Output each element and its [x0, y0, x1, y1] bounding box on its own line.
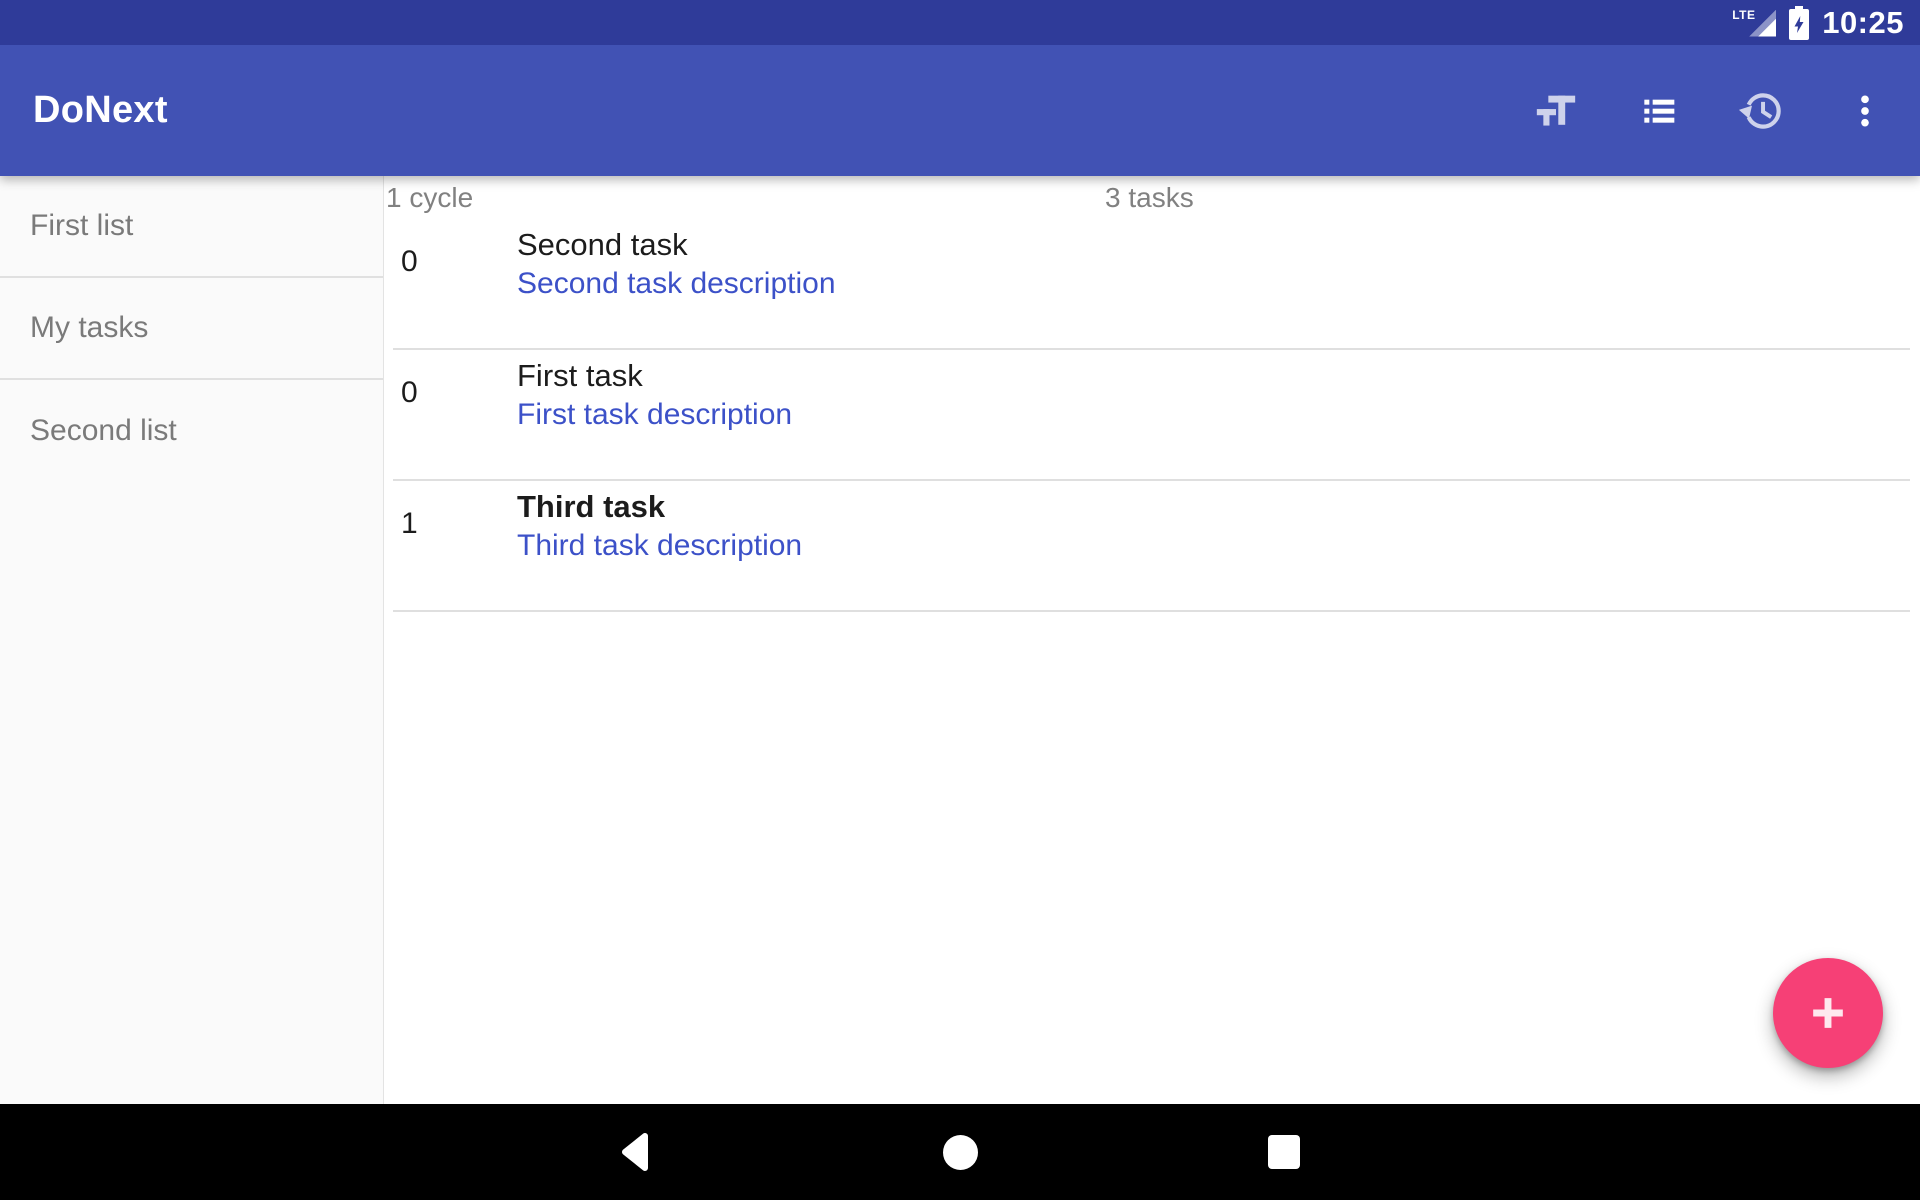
app-title: DoNext	[33, 89, 168, 132]
task-count-number: 0	[384, 350, 517, 436]
history-icon	[1737, 85, 1787, 137]
sidebar-list-label: Second list	[30, 414, 177, 448]
task-count-number: 1	[384, 481, 517, 567]
recents-button[interactable]	[1260, 1128, 1308, 1176]
task-row[interactable]: 1 Third task Third task description	[384, 481, 1920, 612]
sidebar-list-item[interactable]: Second list	[0, 380, 383, 482]
plus-icon	[1810, 995, 1846, 1031]
main-area: First list My tasks Second list 1 cycle …	[0, 176, 1920, 1104]
task-rows: 0 Second task Second task description 0 …	[384, 219, 1920, 612]
format-size-button[interactable]	[1531, 86, 1581, 136]
task-count-label: 3 tasks	[1105, 182, 1194, 214]
task-title: Third task	[517, 488, 802, 525]
task-row[interactable]: 0 First task First task description	[384, 350, 1920, 481]
cycle-count-label: 1 cycle	[386, 182, 473, 214]
status-bar: LTE 10:25	[0, 0, 1920, 45]
sidebar-list-item[interactable]: First list	[0, 176, 383, 278]
list-sidebar: First list My tasks Second list	[0, 176, 384, 1104]
task-description-link[interactable]: Third task description	[517, 525, 802, 566]
overflow-menu-button[interactable]	[1840, 86, 1890, 136]
task-description-link[interactable]: First task description	[517, 394, 792, 435]
status-cluster: LTE 10:25	[1732, 5, 1904, 41]
clock-time: 10:25	[1822, 5, 1904, 41]
recents-icon	[1268, 1135, 1300, 1169]
network-type-label: LTE	[1732, 8, 1755, 22]
sidebar-list-item[interactable]: My tasks	[0, 278, 383, 380]
history-button[interactable]	[1737, 86, 1787, 136]
android-nav-bar	[0, 1104, 1920, 1200]
app-bar-actions	[1531, 86, 1920, 136]
cell-signal-icon: LTE	[1732, 6, 1776, 40]
battery-charging-icon	[1789, 6, 1809, 40]
overflow-menu-icon	[1845, 91, 1885, 131]
task-title: First task	[517, 357, 792, 394]
list-view-icon	[1639, 91, 1679, 131]
app-bar: DoNext	[0, 45, 1920, 176]
sidebar-list-label: My tasks	[30, 311, 148, 345]
task-description-link[interactable]: Second task description	[517, 263, 836, 304]
task-row[interactable]: 0 Second task Second task description	[384, 219, 1920, 350]
format-size-icon	[1532, 88, 1580, 134]
add-task-fab[interactable]	[1773, 958, 1883, 1068]
back-button[interactable]	[612, 1128, 660, 1176]
back-icon	[620, 1131, 652, 1173]
task-list-panel: 1 cycle 3 tasks 0 Second task Second tas…	[384, 176, 1920, 1104]
task-count-number: 0	[384, 219, 517, 305]
home-icon	[943, 1135, 978, 1170]
list-view-button[interactable]	[1634, 86, 1684, 136]
sidebar-list-label: First list	[30, 209, 133, 243]
home-button[interactable]	[936, 1128, 984, 1176]
task-title: Second task	[517, 226, 836, 263]
donext-app-screen: LTE 10:25 DoNext	[0, 0, 1920, 1200]
task-list-header: 1 cycle 3 tasks	[384, 176, 1920, 219]
